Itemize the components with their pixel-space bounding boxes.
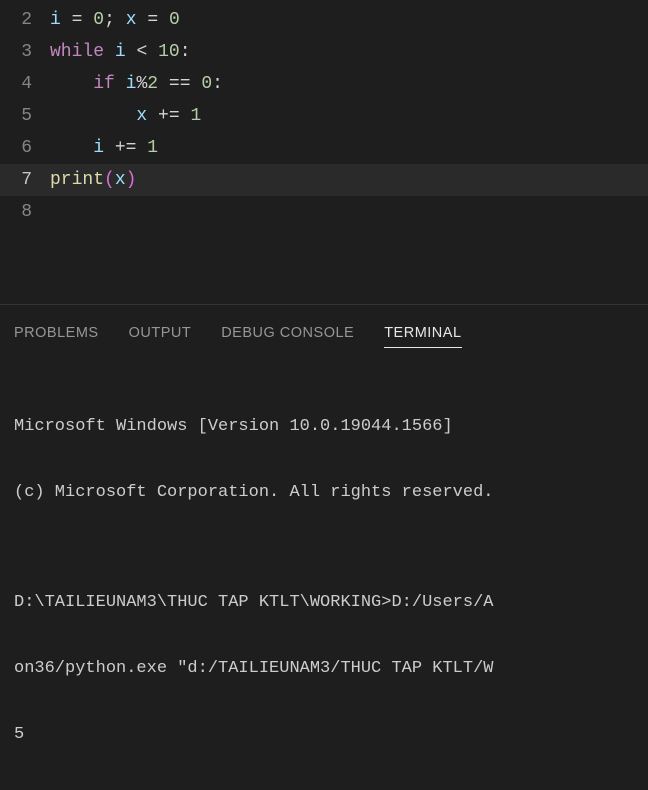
code-line[interactable]: 8: [0, 196, 648, 228]
terminal-line: (c) Microsoft Corporation. All rights re…: [14, 482, 648, 504]
code-line[interactable]: 2 i = 0; x = 0: [0, 4, 648, 36]
terminal-output[interactable]: Microsoft Windows [Version 10.0.19044.15…: [0, 372, 648, 790]
tab-problems[interactable]: PROBLEMS: [14, 325, 99, 348]
tab-output[interactable]: OUTPUT: [129, 325, 192, 348]
panel-tabs: PROBLEMS OUTPUT DEBUG CONSOLE TERMINAL: [0, 325, 648, 348]
code-line[interactable]: 6 i += 1: [0, 132, 648, 164]
tab-debug-console[interactable]: DEBUG CONSOLE: [221, 325, 354, 348]
line-number: 7: [0, 164, 50, 196]
line-number: 4: [0, 68, 50, 100]
terminal-line: Microsoft Windows [Version 10.0.19044.15…: [14, 416, 648, 438]
line-number: 5: [0, 100, 50, 132]
bottom-panel: PROBLEMS OUTPUT DEBUG CONSOLE TERMINAL M…: [0, 305, 648, 592]
code-line-active[interactable]: 7 print(x): [0, 164, 648, 196]
code-content[interactable]: while i < 10:: [50, 36, 648, 68]
code-line[interactable]: 3 while i < 10:: [0, 36, 648, 68]
code-line[interactable]: 4 if i%2 == 0:: [0, 68, 648, 100]
terminal-line: on36/python.exe "d:/TAILIEUNAM3/THUC TAP…: [14, 658, 648, 680]
terminal-line: D:\TAILIEUNAM3\THUC TAP KTLT\WORKING>D:/…: [14, 592, 648, 614]
tab-terminal[interactable]: TERMINAL: [384, 325, 461, 348]
line-number: 6: [0, 132, 50, 164]
code-content[interactable]: i += 1: [50, 132, 648, 164]
code-content[interactable]: if i%2 == 0:: [50, 68, 648, 100]
line-number: 8: [0, 196, 50, 228]
code-content[interactable]: print(x): [50, 164, 648, 196]
code-content[interactable]: i = 0; x = 0: [50, 4, 648, 36]
code-line[interactable]: 5 x += 1: [0, 100, 648, 132]
terminal-line: 5: [14, 724, 648, 746]
line-number: 2: [0, 4, 50, 36]
code-editor[interactable]: 2 i = 0; x = 0 3 while i < 10: 4 if i%2 …: [0, 0, 648, 304]
line-number: 3: [0, 36, 50, 68]
code-content[interactable]: x += 1: [50, 100, 648, 132]
